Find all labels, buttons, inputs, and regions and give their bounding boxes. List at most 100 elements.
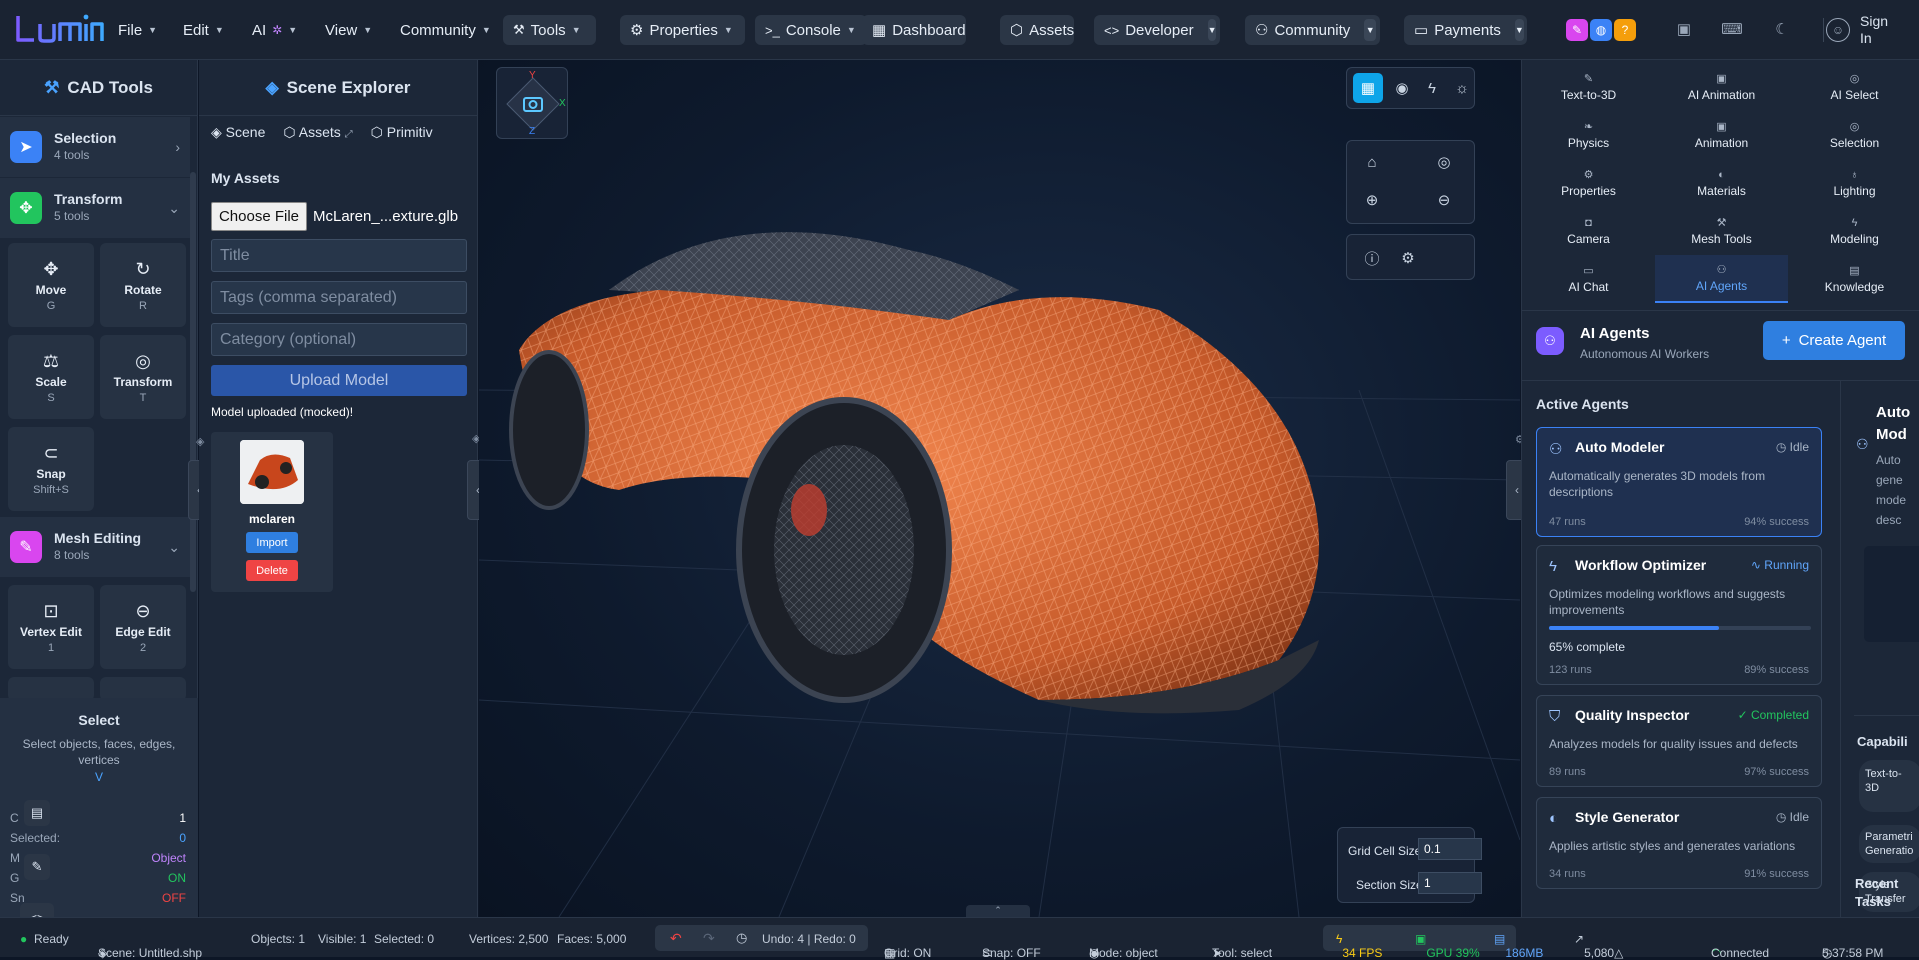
- tab-ai-animation[interactable]: ▣ AI Animation: [1655, 63, 1788, 111]
- group-count: 8 tools: [54, 548, 90, 562]
- tab-text-to-3d[interactable]: ✎ Text-to-3D: [1522, 63, 1655, 111]
- tools-button[interactable]: ⚒ Tools ▼: [503, 15, 596, 45]
- tool-edge-edit[interactable]: ⊖ Edge Edit 2: [100, 585, 186, 669]
- import-button[interactable]: Import: [246, 532, 298, 553]
- globe-icon[interactable]: ◍: [1590, 19, 1612, 41]
- zoom-out-icon[interactable]: ⊖: [1429, 185, 1459, 215]
- grid-view-icon[interactable]: ▦: [1353, 73, 1383, 103]
- community-button[interactable]: ⚇ Community ▼: [1245, 15, 1380, 45]
- magic-wand-icon[interactable]: ✎: [1566, 19, 1588, 41]
- section-size-label: Section Size: [1356, 878, 1423, 892]
- tool-name: Scale: [35, 374, 67, 389]
- info-icon[interactable]: ⓘ: [1357, 243, 1387, 273]
- chevron-up-icon[interactable]: ⌃: [966, 905, 1030, 917]
- asset-category-input[interactable]: [211, 323, 467, 356]
- divider: [1522, 310, 1919, 311]
- group-selection[interactable]: ➤ Selection 4 tools ›: [0, 117, 190, 177]
- tab-label: Text-to-3D: [1560, 88, 1617, 102]
- help-icon[interactable]: ?: [1614, 19, 1636, 41]
- app-logo[interactable]: [12, 10, 108, 48]
- agent-card-auto-modeler[interactable]: ⚇ Auto Modeler ◷ Idle Automatically gene…: [1536, 427, 1822, 537]
- tab-ai-chat[interactable]: ▭ AI Chat: [1522, 255, 1655, 303]
- dashboard-button[interactable]: ▦ Dashboard: [862, 15, 966, 45]
- tool-snap[interactable]: ⊂ Snap Shift+S: [8, 427, 94, 511]
- agent-status-label: Idle: [1789, 440, 1809, 454]
- menu-view[interactable]: View ▼: [325, 15, 372, 45]
- scene-explorer-title: Scene Explorer: [286, 77, 411, 97]
- section-size-input[interactable]: [1418, 872, 1482, 894]
- zoom-in-icon[interactable]: ⊕: [1357, 185, 1387, 215]
- agent-card-quality-inspector[interactable]: ⛉ Quality Inspector ✓ Completed Analyzes…: [1536, 695, 1822, 787]
- cad-scrollbar[interactable]: [190, 172, 196, 592]
- target-icon: ◎: [135, 350, 151, 371]
- keyboard-icon[interactable]: ⌨: [1719, 16, 1745, 42]
- tab-animation[interactable]: ▣ Animation: [1655, 111, 1788, 159]
- developer-button[interactable]: <> Developer ▼: [1094, 15, 1220, 45]
- status-faces: Faces: 5,000: [557, 932, 627, 946]
- tool-vertex-edit[interactable]: ⊡ Vertex Edit 1: [8, 585, 94, 669]
- agent-status-label: Idle: [1789, 810, 1809, 824]
- tool-rotate[interactable]: ↻ Rotate R: [100, 243, 186, 327]
- moon-icon[interactable]: ☾: [1769, 16, 1795, 42]
- tab-lighting[interactable]: ♁ Lighting: [1788, 159, 1919, 207]
- undo-icon[interactable]: ↶: [670, 930, 682, 947]
- menu-ai[interactable]: AI ✲ ▼: [252, 15, 297, 45]
- upload-model-button[interactable]: Upload Model: [211, 365, 467, 396]
- asset-title-input[interactable]: [211, 239, 467, 272]
- focus-icon[interactable]: ◎: [1429, 147, 1459, 177]
- tab-assets[interactable]: ⬡ Assets ⤢: [283, 124, 352, 141]
- menu-community[interactable]: Community ▼: [400, 15, 491, 45]
- plus-icon: +: [1781, 332, 1791, 349]
- tab-primitives[interactable]: ⬡ Primitiv: [371, 124, 433, 141]
- gear-icon[interactable]: ⚙: [1393, 243, 1423, 273]
- home-icon[interactable]: ⌂: [1357, 147, 1387, 177]
- assets-button[interactable]: ⬡ Assets: [1000, 15, 1074, 45]
- scene-tabs: ◈ Scene ⬡ Assets ⤢ ⬡ Primitiv: [211, 124, 433, 141]
- brush-icon[interactable]: ✎: [24, 854, 50, 880]
- group-transform[interactable]: ✥ Transform 5 tools ⌄: [0, 178, 190, 238]
- tab-scene[interactable]: ◈ Scene: [211, 124, 265, 141]
- console-button[interactable]: >_ Console ▼: [755, 15, 867, 45]
- delete-button[interactable]: Delete: [246, 560, 298, 581]
- asset-thumbnail[interactable]: [240, 440, 304, 504]
- menu-edit[interactable]: Edit ▼: [183, 15, 224, 45]
- agent-status-label: Completed: [1750, 708, 1809, 722]
- tab-properties[interactable]: ⚙ Properties: [1522, 159, 1655, 207]
- payments-button[interactable]: ▭ Payments ▼: [1404, 15, 1527, 45]
- tool-move[interactable]: ✥ Move G: [8, 243, 94, 327]
- tab-knowledge[interactable]: ▤ Knowledge: [1788, 255, 1919, 303]
- asset-tags-input[interactable]: [211, 281, 467, 314]
- agent-card-style-generator[interactable]: ◐ Style Generator ◷ Idle Applies artisti…: [1536, 797, 1822, 889]
- file-icon[interactable]: ▤: [24, 800, 50, 826]
- properties-button[interactable]: ⚙ Properties ▼: [620, 15, 745, 45]
- tab-modeling[interactable]: ϟ Modeling: [1788, 207, 1919, 255]
- 3d-viewport[interactable]: Y X Z ▦ ◉ ϟ ☼ ⌂ ◎ ⊕ ⊖ ⓘ ⚙ Grid Cell Size…: [479, 60, 1520, 917]
- tab-mesh-tools[interactable]: ⚒ Mesh Tools: [1655, 207, 1788, 255]
- tab-ai-agents[interactable]: ⚇ AI Agents: [1655, 255, 1788, 303]
- grid-cell-size-input[interactable]: [1418, 838, 1482, 860]
- lightning-icon[interactable]: ϟ: [1417, 73, 1447, 103]
- sign-in-label: Sign In: [1860, 13, 1889, 46]
- create-agent-button[interactable]: + Create Agent: [1763, 321, 1905, 360]
- redo-icon[interactable]: ↷: [703, 930, 715, 947]
- sign-in-button[interactable]: ☺ Sign In: [1826, 12, 1894, 48]
- tab-materials[interactable]: ◐ Materials: [1655, 159, 1788, 207]
- tool-scale[interactable]: ⚖ Scale S: [8, 335, 94, 419]
- choose-file-button[interactable]: Choose File: [211, 202, 307, 231]
- tab-physics[interactable]: ❧ Physics: [1522, 111, 1655, 159]
- tab-camera[interactable]: ◘ Camera: [1522, 207, 1655, 255]
- group-mesh-editing[interactable]: ✎ Mesh Editing 8 tools ⌄: [0, 517, 190, 577]
- menu-file[interactable]: File ▼: [118, 15, 157, 45]
- tool-name: Vertex Edit: [19, 624, 83, 639]
- tool-transform[interactable]: ◎ Transform T: [100, 335, 186, 419]
- chevron-down-icon: ▼: [363, 25, 373, 35]
- eye-icon[interactable]: ◉: [1387, 73, 1417, 103]
- dashboard-label: Dashboard: [892, 21, 966, 39]
- save-icon[interactable]: ▣: [1671, 16, 1697, 42]
- tab-selection[interactable]: ◎ Selection: [1788, 111, 1919, 159]
- agent-success: 94% success: [1744, 516, 1809, 528]
- sun-icon[interactable]: ☼: [1447, 73, 1477, 103]
- tab-ai-select[interactable]: ◎ AI Select: [1788, 63, 1919, 111]
- agent-card-workflow-optimizer[interactable]: ϟ Workflow Optimizer ∿ Running Optimizes…: [1536, 545, 1822, 685]
- view-gizmo[interactable]: Y X Z: [496, 67, 568, 139]
